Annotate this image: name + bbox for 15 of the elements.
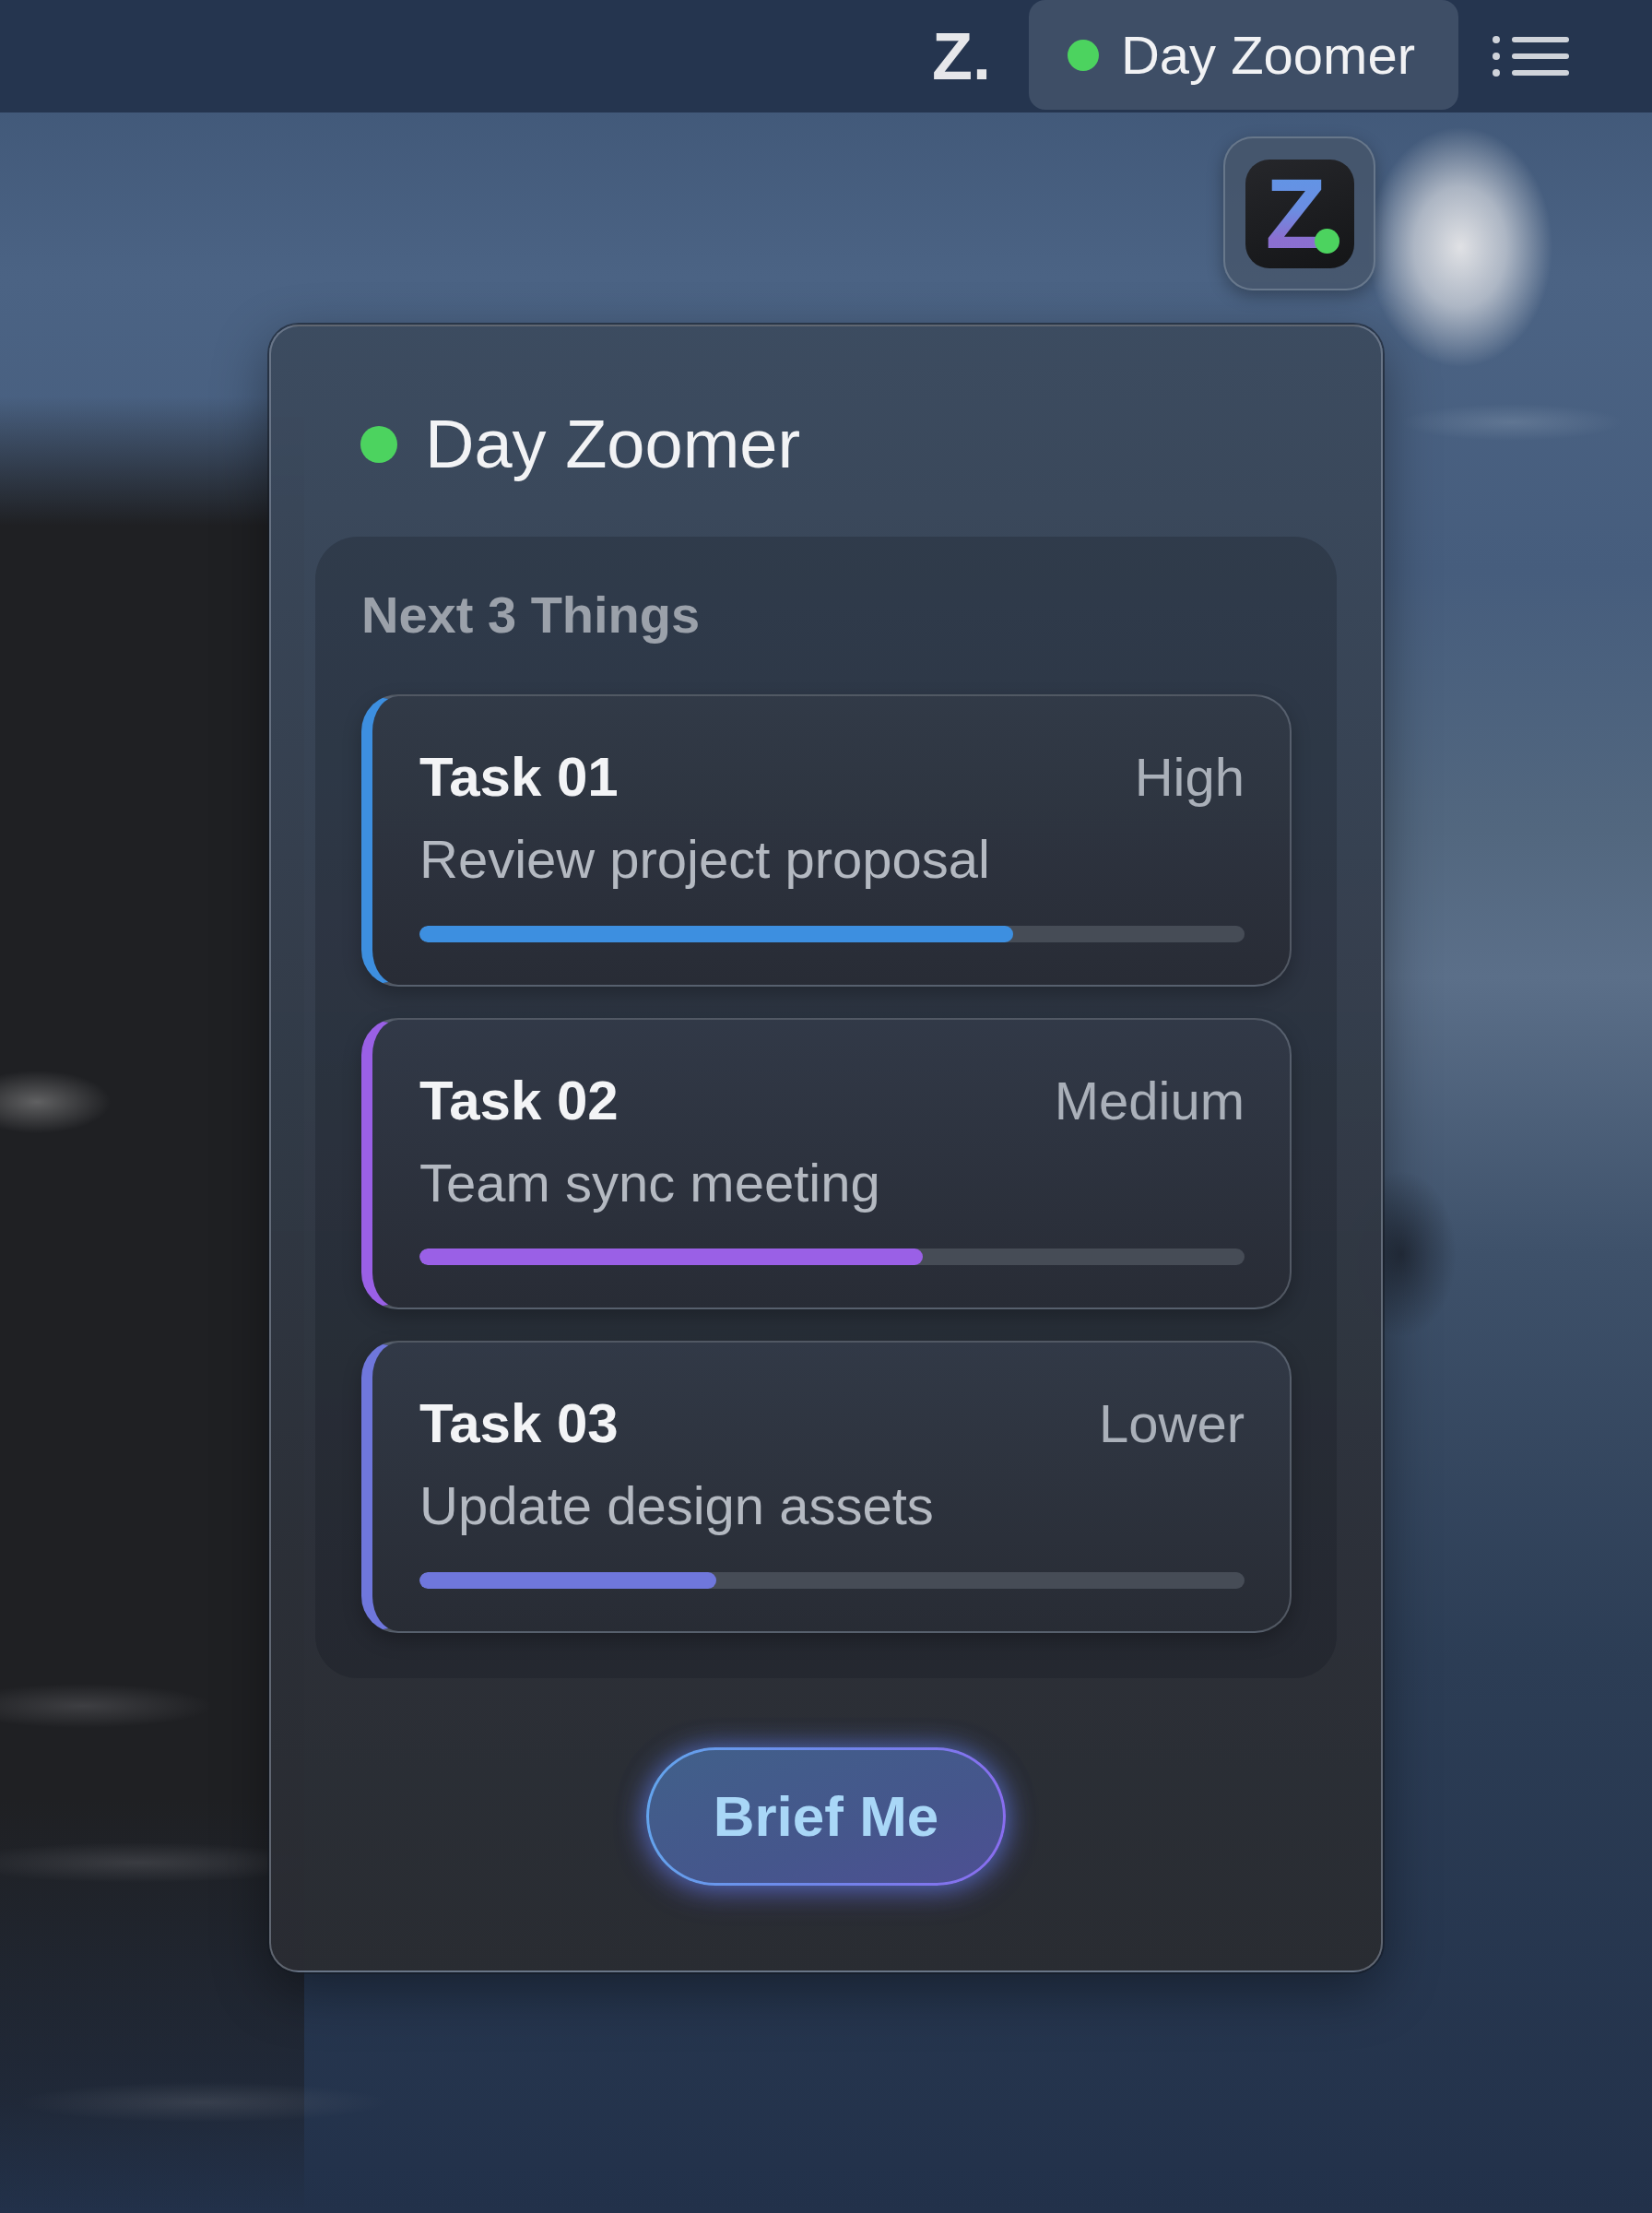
task-description: Team sync meeting (419, 1151, 881, 1214)
menubar-logo[interactable]: Z. (931, 23, 991, 89)
task-description: Review project proposal (419, 828, 991, 891)
app-launcher-button[interactable]: Z (1223, 136, 1375, 290)
task-description: Update design assets (419, 1474, 935, 1538)
menu-icon[interactable] (1493, 35, 1569, 77)
section-title: Next 3 Things (361, 584, 702, 645)
task-priority: Medium (1054, 1069, 1245, 1132)
app-menu-button[interactable]: Day Zoomer (1028, 0, 1458, 110)
task-title: Task 01 (419, 745, 619, 810)
task-priority: High (1134, 746, 1245, 809)
task-title: Task 02 (419, 1068, 619, 1133)
task-title: Task 03 (419, 1391, 619, 1457)
panel-title: Day Zoomer (425, 405, 801, 484)
task-priority: Lower (1099, 1392, 1245, 1456)
